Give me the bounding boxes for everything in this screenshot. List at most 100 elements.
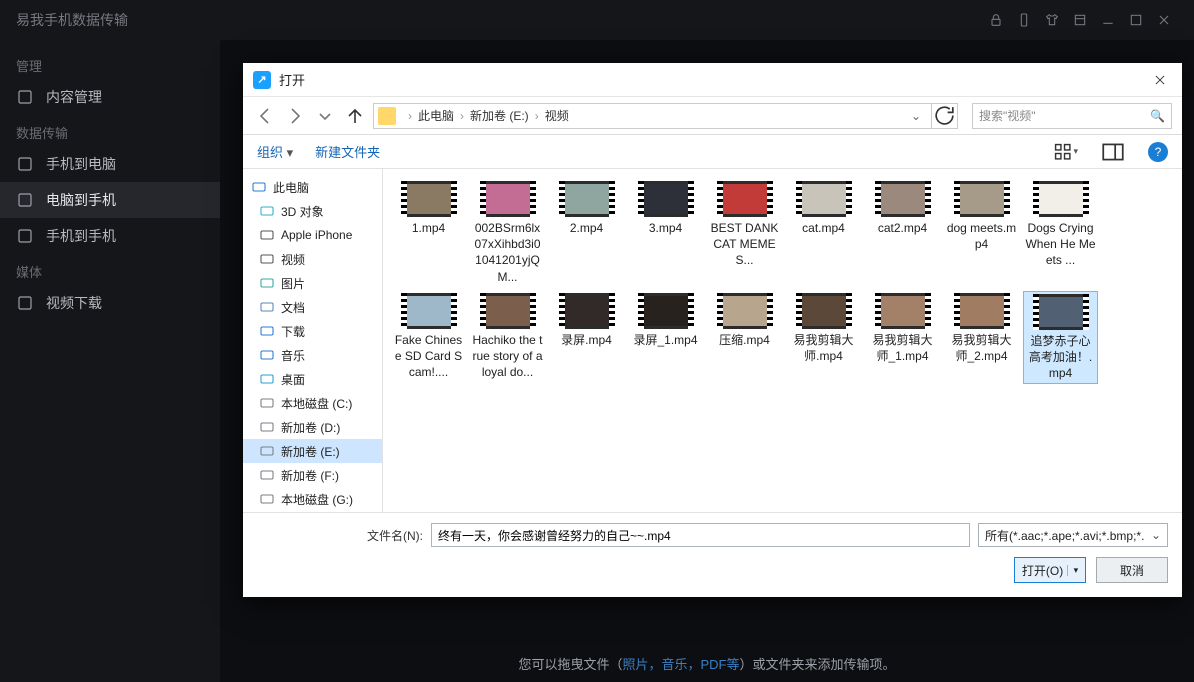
- crumb-sep: ›: [404, 109, 416, 123]
- nav-up-button[interactable]: [343, 104, 367, 128]
- lock-icon[interactable]: [982, 6, 1010, 34]
- music-icon: [259, 347, 275, 363]
- file-item[interactable]: 压缩.mp4: [707, 291, 782, 385]
- desktop-icon: [259, 371, 275, 387]
- search-placeholder: 搜索"视频": [979, 107, 1036, 124]
- crumb-0[interactable]: 此电脑: [418, 107, 454, 124]
- crumb-1[interactable]: 新加卷 (E:): [470, 107, 529, 124]
- tree-item[interactable]: 下载: [243, 319, 382, 343]
- file-item[interactable]: Dogs Crying When He Meets ...: [1023, 179, 1098, 287]
- open-button[interactable]: 打开(O) ▾: [1014, 557, 1086, 583]
- video-thumbnail: [559, 293, 615, 329]
- video-thumbnail: [1033, 181, 1089, 217]
- video-thumbnail: [638, 293, 694, 329]
- tree-item-label: 图片: [281, 275, 305, 292]
- menu-icon[interactable]: [1066, 6, 1094, 34]
- search-icon: 🔍: [1150, 109, 1165, 123]
- file-item[interactable]: 追梦赤子心 高考加油！.mp4: [1023, 291, 1098, 385]
- maximize-icon[interactable]: [1122, 6, 1150, 34]
- tree-item[interactable]: 本地磁盘 (G:): [243, 487, 382, 511]
- video-thumbnail: [954, 181, 1010, 217]
- video-thumbnail: [875, 181, 931, 217]
- file-name: cat.mp4: [802, 220, 845, 236]
- tree-item[interactable]: 桌面: [243, 367, 382, 391]
- folder-tree[interactable]: 此电脑 3D 对象 Apple iPhone 视频图片文档下载音乐桌面本地磁盘 (C:…: [243, 169, 383, 512]
- tree-item[interactable]: 视频: [243, 247, 382, 271]
- file-item[interactable]: 录屏_1.mp4: [628, 291, 703, 385]
- file-item[interactable]: 易我剪辑大师.mp4: [786, 291, 861, 385]
- tree-item-label: 下载: [281, 323, 305, 340]
- view-mode-button[interactable]: ▾: [1052, 140, 1078, 164]
- sidebar-item-video-download[interactable]: 视频下载: [0, 285, 220, 321]
- organize-menu[interactable]: 组织 ▾: [257, 142, 293, 161]
- filename-input[interactable]: [431, 523, 970, 547]
- video-thumbnail: [1033, 294, 1089, 330]
- file-item[interactable]: 录屏.mp4: [549, 291, 624, 385]
- file-list[interactable]: 1.mp4002BSrm6lx07xXihbd3i01041201yjQM...…: [383, 169, 1182, 512]
- tree-item[interactable]: 本地磁盘 (C:): [243, 391, 382, 415]
- video-thumbnail: [954, 293, 1010, 329]
- file-name: 易我剪辑大师_1.mp4: [867, 332, 938, 364]
- video-icon: [259, 251, 275, 267]
- tree-item[interactable]: Apple iPhone: [243, 223, 382, 247]
- video-thumbnail: [480, 293, 536, 329]
- close-icon[interactable]: [1150, 6, 1178, 34]
- new-folder-button[interactable]: 新建文件夹: [315, 142, 380, 161]
- recent-dropdown-icon[interactable]: [313, 104, 337, 128]
- file-item[interactable]: cat.mp4: [786, 179, 861, 287]
- tree-item[interactable]: 新加卷 (E:): [243, 439, 382, 463]
- tree-item[interactable]: 3D 对象: [243, 199, 382, 223]
- refresh-button[interactable]: [932, 103, 958, 129]
- file-item[interactable]: cat2.mp4: [865, 179, 940, 287]
- tree-item[interactable]: 新加卷 (F:): [243, 463, 382, 487]
- file-item[interactable]: 易我剪辑大师_1.mp4: [865, 291, 940, 385]
- file-item[interactable]: Hachiko the true story of a loyal do...: [470, 291, 545, 385]
- filetype-filter[interactable]: 所有(*.aac;*.ape;*.avi;*.bmp;*. ⌄: [978, 523, 1168, 547]
- sidebar-item-content-mgmt[interactable]: 内容管理: [0, 79, 220, 115]
- file-name: Hachiko the true story of a loyal do...: [472, 332, 543, 381]
- crumb-2[interactable]: 视频: [545, 107, 569, 124]
- tree-item[interactable]: 音乐: [243, 343, 382, 367]
- hint-link[interactable]: 照片，音乐，PDF等: [622, 654, 739, 673]
- shirt-icon[interactable]: [1038, 6, 1066, 34]
- tree-item[interactable]: 此电脑: [243, 175, 382, 199]
- file-name: dog meets.mp4: [946, 220, 1017, 252]
- doc-icon: [259, 299, 275, 315]
- dialog-toolbar: 组织 ▾ 新建文件夹 ▾ ?: [243, 135, 1182, 169]
- sidebar-item-label: 内容管理: [46, 87, 102, 107]
- sidebar-section: 媒体: [0, 254, 220, 285]
- dialog-close-button[interactable]: [1148, 68, 1172, 92]
- breadcrumb[interactable]: › 此电脑 › 新加卷 (E:) › 视频 ⌄: [373, 103, 932, 129]
- file-item[interactable]: 1.mp4: [391, 179, 466, 287]
- tree-item[interactable]: 文档: [243, 295, 382, 319]
- file-item[interactable]: 3.mp4: [628, 179, 703, 287]
- preview-pane-button[interactable]: [1100, 140, 1126, 164]
- tree-item[interactable]: 图片: [243, 271, 382, 295]
- search-input[interactable]: 搜索"视频" 🔍: [972, 103, 1172, 129]
- sidebar-item-label: 手机到电脑: [46, 154, 116, 174]
- sidebar-item-pc-to-phone[interactable]: 电脑到手机: [0, 182, 220, 218]
- file-item[interactable]: 2.mp4: [549, 179, 624, 287]
- tree-item-label: 3D 对象: [281, 203, 324, 220]
- nav-back-button[interactable]: [253, 104, 277, 128]
- phone-icon[interactable]: [1010, 6, 1038, 34]
- file-item[interactable]: Fake Chinese SD Card Scam!....: [391, 291, 466, 385]
- file-item[interactable]: BEST DANK CAT MEMES...: [707, 179, 782, 287]
- sidebar-item-phone-to-pc[interactable]: 手机到电脑: [0, 146, 220, 182]
- tree-item-label: 音乐: [281, 347, 305, 364]
- file-item[interactable]: 002BSrm6lx07xXihbd3i01041201yjQM...: [470, 179, 545, 287]
- minimize-icon[interactable]: [1094, 6, 1122, 34]
- tree-item-label: 此电脑: [273, 179, 309, 196]
- tree-item-label: 新加卷 (E:): [281, 443, 340, 460]
- help-button[interactable]: ?: [1148, 142, 1168, 162]
- tree-item-label: Apple iPhone: [281, 228, 352, 242]
- video-thumbnail: [401, 181, 457, 217]
- crumb-dropdown-icon[interactable]: ⌄: [905, 109, 927, 123]
- sidebar-icon: [16, 227, 34, 245]
- cancel-button[interactable]: 取消: [1096, 557, 1168, 583]
- video-thumbnail: [638, 181, 694, 217]
- file-item[interactable]: 易我剪辑大师_2.mp4: [944, 291, 1019, 385]
- tree-item[interactable]: 新加卷 (D:): [243, 415, 382, 439]
- file-item[interactable]: dog meets.mp4: [944, 179, 1019, 287]
- sidebar-item-phone-to-phone[interactable]: 手机到手机: [0, 218, 220, 254]
